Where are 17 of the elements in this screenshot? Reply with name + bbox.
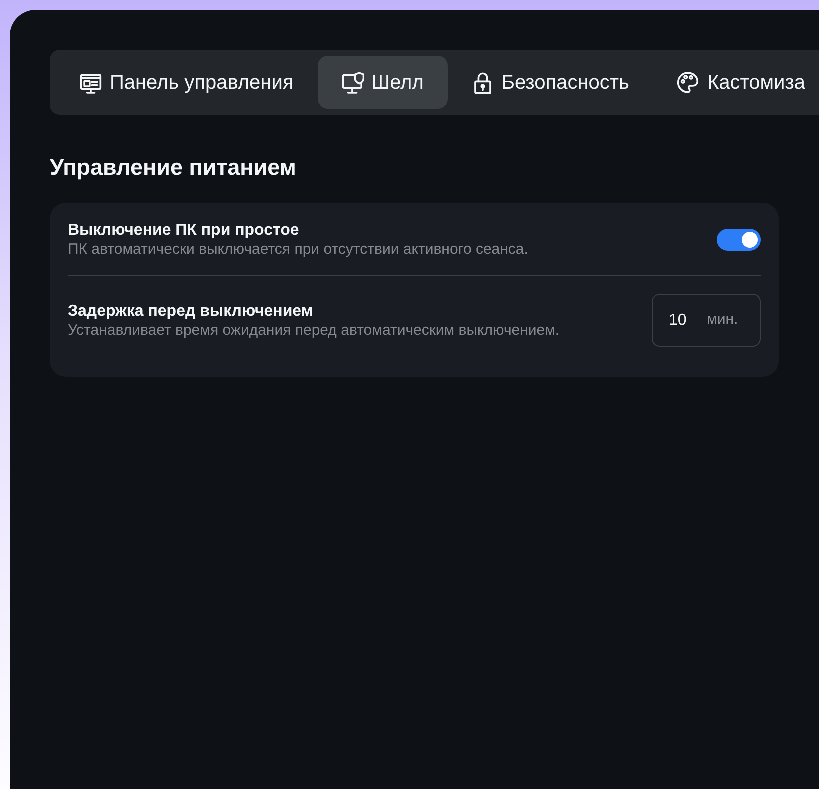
- tab[interactable]: Панель управления: [56, 56, 318, 109]
- section-title: Управление питанием: [50, 155, 298, 181]
- setting-title: Выключение ПК при простое: [68, 221, 300, 240]
- unit-label: мин.: [707, 310, 738, 330]
- tab[interactable]: Шелл: [318, 56, 448, 109]
- tab[interactable]: Безопасность: [448, 56, 654, 109]
- toggle-switch[interactable]: [717, 229, 761, 251]
- setting-description: Устанавливает время ожидания перед автоматическим выключением.: [68, 320, 560, 340]
- tab[interactable]: Кастомиза: [653, 56, 819, 109]
- palette-icon: [677, 72, 700, 94]
- setting-description: ПК автоматически выключается при отсутствии активного сеанса.: [68, 240, 528, 259]
- value-input[interactable]: 10: [669, 308, 707, 332]
- delay-field[interactable]: 10 мин.: [652, 294, 761, 347]
- setting-title: Задержка перед выключением: [68, 302, 314, 320]
- monitor-shield-icon: [342, 72, 364, 94]
- presentation-board-icon: [80, 72, 102, 94]
- lock-icon: [472, 72, 494, 94]
